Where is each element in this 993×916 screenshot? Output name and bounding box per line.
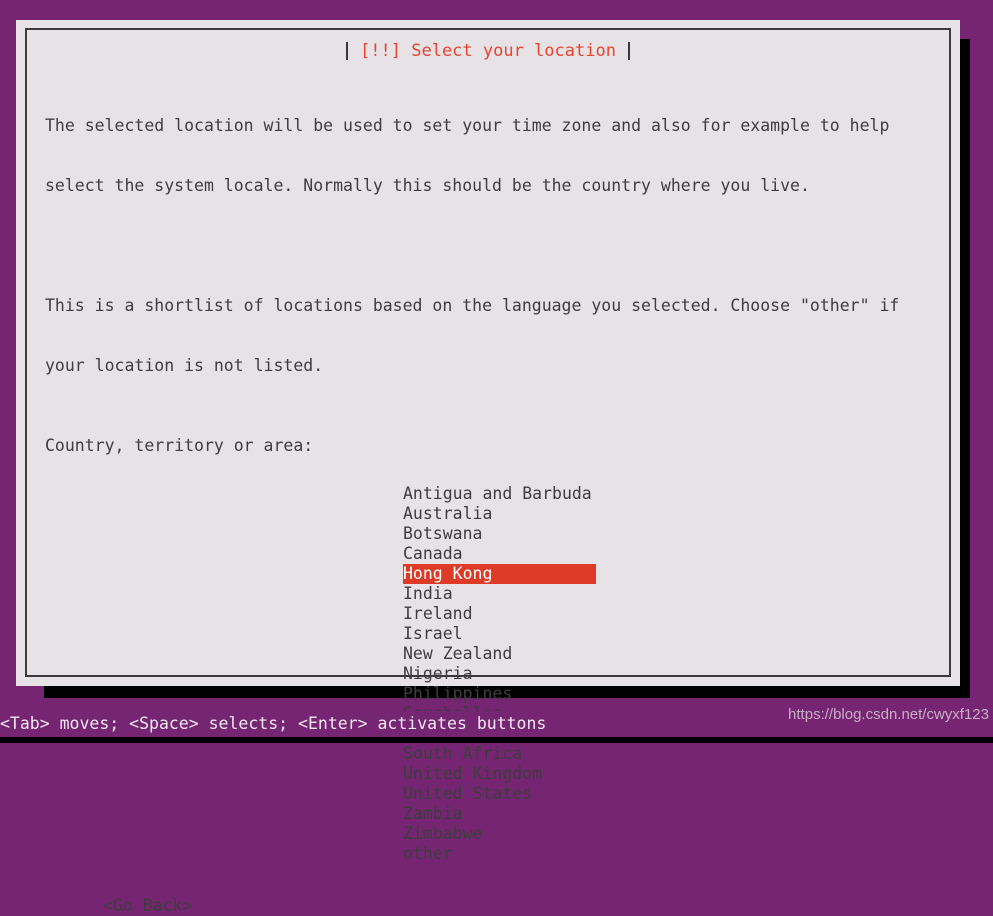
dialog-content: The selected location will be used to se… xyxy=(27,54,947,915)
country-list-item[interactable]: Canada xyxy=(403,544,596,564)
country-list-item[interactable]: Philippines xyxy=(403,684,596,704)
country-list-item[interactable]: Nigeria xyxy=(403,664,596,684)
description-paragraph-1: The selected location will be used to se… xyxy=(45,76,947,236)
watermark-text: https://blog.csdn.net/cwyxf123 xyxy=(788,706,989,723)
country-list-item[interactable]: Ireland xyxy=(403,604,596,624)
country-list-item[interactable]: United States xyxy=(403,784,596,804)
description-line: This is a shortlist of locations based o… xyxy=(45,296,900,315)
country-list-item[interactable]: India xyxy=(403,584,596,604)
description-paragraph-2: This is a shortlist of locations based o… xyxy=(45,256,947,416)
description-line: The selected location will be used to se… xyxy=(45,116,890,135)
country-list-item[interactable]: Zimbabwe xyxy=(403,824,596,844)
country-list-item[interactable]: South Africa xyxy=(403,744,596,764)
country-list-item[interactable]: Antigua and Barbuda xyxy=(403,484,596,504)
bottom-black-strip xyxy=(0,737,993,743)
description-line: select the system locale. Normally this … xyxy=(45,176,810,195)
installer-screen: [!!] Select your location The selected l… xyxy=(0,0,993,915)
country-list[interactable]: Antigua and Barbuda Australia Botswana Cana… xyxy=(403,484,947,864)
country-list-item[interactable]: Australia xyxy=(403,504,596,524)
country-list-item[interactable]: other xyxy=(403,844,596,864)
country-list-item[interactable]: United Kingdom xyxy=(403,764,596,784)
go-back-row: <Go Back> xyxy=(103,896,947,916)
description-line: your location is not listed. xyxy=(45,356,324,375)
go-back-button[interactable]: <Go Back> xyxy=(103,896,192,916)
country-list-item[interactable]: New Zealand xyxy=(403,644,596,664)
country-list-item[interactable]: Israel xyxy=(403,624,596,644)
country-list-item[interactable]: Hong Kong xyxy=(403,564,596,584)
keyboard-hint-text: <Tab> moves; <Space> selects; <Enter> ac… xyxy=(0,714,547,733)
country-list-item[interactable]: Botswana xyxy=(403,524,596,544)
country-list-item[interactable]: Zambia xyxy=(403,804,596,824)
country-list-label: Country, territory or area: xyxy=(45,436,314,455)
installer-dialog: [!!] Select your location The selected l… xyxy=(16,20,960,915)
